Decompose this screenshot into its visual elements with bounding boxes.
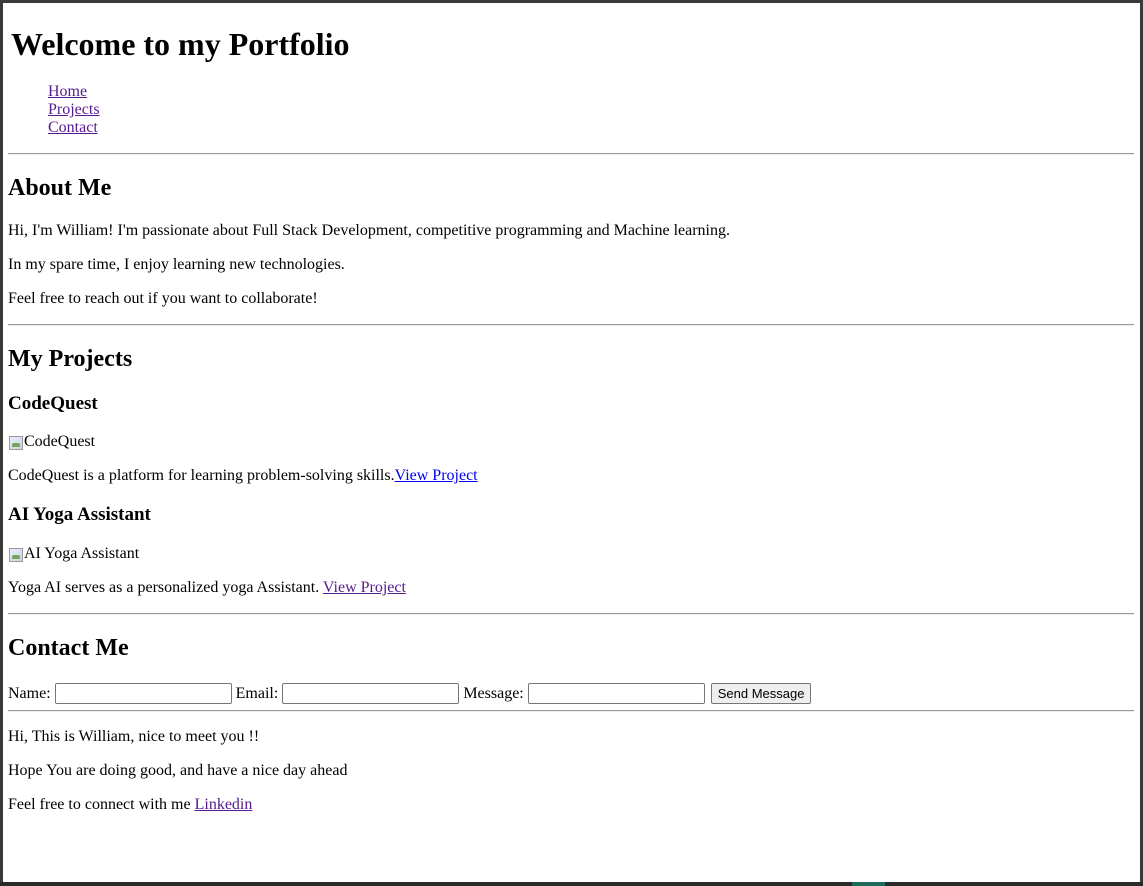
- contact-form: Name: Email: Message: Send Message: [8, 683, 812, 704]
- nav-list: Home Projects Contact: [48, 83, 100, 137]
- taskbar-strip: [0, 882, 1143, 886]
- divider: [8, 324, 1134, 326]
- taskbar-accent: [852, 882, 885, 886]
- project-description: CodeQuest is a platform for learning pro…: [8, 467, 478, 485]
- about-heading: About Me: [8, 175, 112, 201]
- linkedin-link[interactable]: Linkedin: [195, 796, 253, 813]
- footer-line: Hope You are doing good, and have a nice…: [8, 762, 348, 779]
- projects-heading: My Projects: [8, 346, 133, 372]
- about-line: Hi, I'm William! I'm passionate about Fu…: [8, 222, 730, 239]
- name-input[interactable]: [54, 683, 232, 704]
- footer-line: Hi, This is William, nice to meet you !!: [8, 728, 260, 745]
- nav-link-home[interactable]: Home: [48, 83, 87, 100]
- project-description-text: Yoga AI serves as a personalized yoga As…: [8, 579, 323, 596]
- footer-connect-text: Feel free to connect with me: [8, 796, 195, 813]
- divider: [8, 613, 1134, 615]
- contact-heading: Contact Me: [8, 635, 129, 661]
- project-description: Yoga AI serves as a personalized yoga As…: [8, 579, 406, 597]
- view-project-link[interactable]: View Project: [323, 579, 406, 596]
- about-line: In my spare time, I enjoy learning new t…: [8, 256, 345, 273]
- about-line: Feel free to reach out if you want to co…: [8, 290, 318, 307]
- project-image-alt: CodeQuest: [24, 433, 96, 450]
- page-title: Welcome to my Portfolio: [11, 26, 350, 62]
- email-label: Email:: [235, 684, 279, 702]
- message-input[interactable]: [527, 683, 705, 704]
- divider: [8, 710, 1134, 712]
- project-image-alt: AI Yoga Assistant: [24, 545, 140, 562]
- nav-link-projects[interactable]: Projects: [48, 101, 100, 118]
- email-input[interactable]: [282, 683, 460, 704]
- nav-item-home: Home: [48, 83, 100, 101]
- footer-connect: Feel free to connect with me Linkedin: [8, 796, 252, 814]
- nav-item-projects: Projects: [48, 101, 100, 119]
- project-title: AI Yoga Assistant: [8, 504, 151, 525]
- project-image: CodeQuest: [8, 433, 95, 451]
- broken-image-icon: [8, 434, 24, 450]
- nav-link-contact[interactable]: Contact: [48, 119, 98, 136]
- browser-viewport: Welcome to my Portfolio Home Projects Co…: [3, 3, 1140, 882]
- project-title: CodeQuest: [8, 393, 98, 414]
- broken-image-icon: [8, 546, 24, 562]
- message-label: Message:: [463, 684, 524, 702]
- view-project-link[interactable]: View Project: [395, 467, 478, 484]
- nav-item-contact: Contact: [48, 119, 100, 137]
- send-message-button[interactable]: Send Message: [710, 683, 812, 704]
- divider: [8, 153, 1134, 155]
- name-label: Name:: [8, 684, 51, 702]
- project-description-text: CodeQuest is a platform for learning pro…: [8, 467, 395, 484]
- project-image: AI Yoga Assistant: [8, 545, 139, 563]
